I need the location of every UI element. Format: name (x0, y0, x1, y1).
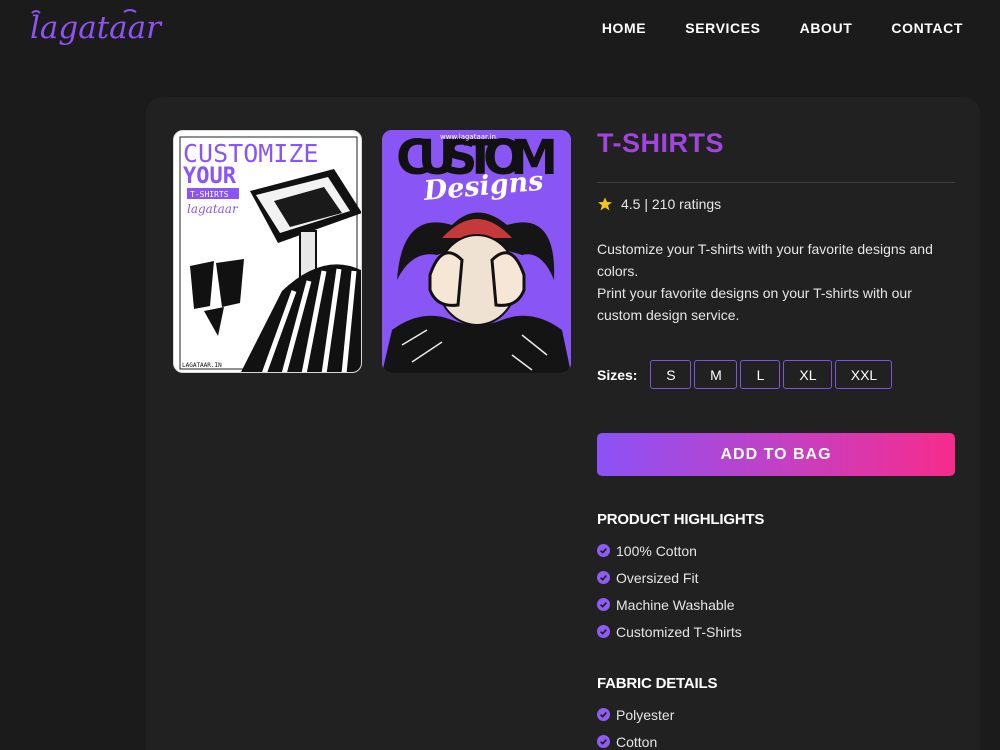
check-circle-icon (597, 735, 610, 748)
list-item: Customized T-Shirts (597, 618, 742, 645)
product-description: Customize your T-shirts with your favori… (597, 238, 957, 326)
description-line-1: Customize your T-shirts with your favori… (597, 241, 933, 279)
description-line-2: Print your favorite designs on your T-sh… (597, 285, 912, 323)
rating-text: 4.5 | 210 ratings (621, 196, 722, 212)
product-image-custom-designs[interactable]: CUSTOM www.lagataar.in Designs (382, 130, 571, 373)
tile-a-line2: YOUR (183, 164, 237, 189)
logo-text: lagataar (30, 10, 163, 46)
nav-services[interactable]: SERVICES (685, 20, 760, 36)
tile-a-tag: T-SHIRTS (190, 190, 229, 199)
title-divider (597, 182, 955, 183)
product-title: T-SHIRTS (597, 128, 725, 158)
list-item: Polyester (597, 701, 674, 728)
rating: 4.5 | 210 ratings (597, 196, 721, 212)
product-image-customize[interactable]: CUSTOMIZE YOUR T-SHIRTS lagataar LAGATAA… (173, 130, 362, 373)
check-circle-icon (597, 598, 610, 611)
star-icon (597, 196, 613, 212)
list-item: 100% Cotton (597, 537, 742, 564)
check-circle-icon (597, 571, 610, 584)
add-to-bag-button[interactable]: ADD TO BAG (597, 433, 955, 476)
list-item: Oversized Fit (597, 564, 742, 591)
logo[interactable]: lagataar (28, 6, 163, 50)
sizes-label: Sizes: (597, 366, 638, 383)
tile-a-footer: LAGATAAR.IN (182, 362, 222, 369)
size-m-button[interactable]: M (694, 360, 738, 389)
nav-contact[interactable]: CONTACT (891, 20, 963, 36)
check-circle-icon (597, 625, 610, 638)
tile-b-url: www.lagataar.in (440, 133, 496, 141)
site-header: lagataar HOME SERVICES ABOUT CONTACT (0, 0, 1000, 60)
fabric-heading: FABRIC DETAILS (597, 675, 718, 692)
nav-home[interactable]: HOME (602, 20, 646, 36)
main-nav: HOME SERVICES ABOUT CONTACT (602, 20, 963, 36)
fabric-list: Polyester Cotton (597, 701, 674, 750)
highlights-heading: PRODUCT HIGHLIGHTS (597, 511, 765, 528)
size-xl-button[interactable]: XL (783, 360, 833, 389)
list-item: Machine Washable (597, 591, 742, 618)
size-s-button[interactable]: S (650, 360, 692, 389)
nav-about[interactable]: ABOUT (800, 20, 853, 36)
size-selector: Sizes: S M L XL XXL (597, 360, 895, 389)
check-circle-icon (597, 544, 610, 557)
size-l-button[interactable]: L (740, 360, 781, 389)
list-item: Cotton (597, 728, 674, 750)
check-circle-icon (597, 708, 610, 721)
tile-a-brand: lagataar (187, 202, 239, 216)
size-xxl-button[interactable]: XXL (835, 360, 893, 389)
highlights-list: 100% Cotton Oversized Fit Machine Washab… (597, 537, 742, 645)
